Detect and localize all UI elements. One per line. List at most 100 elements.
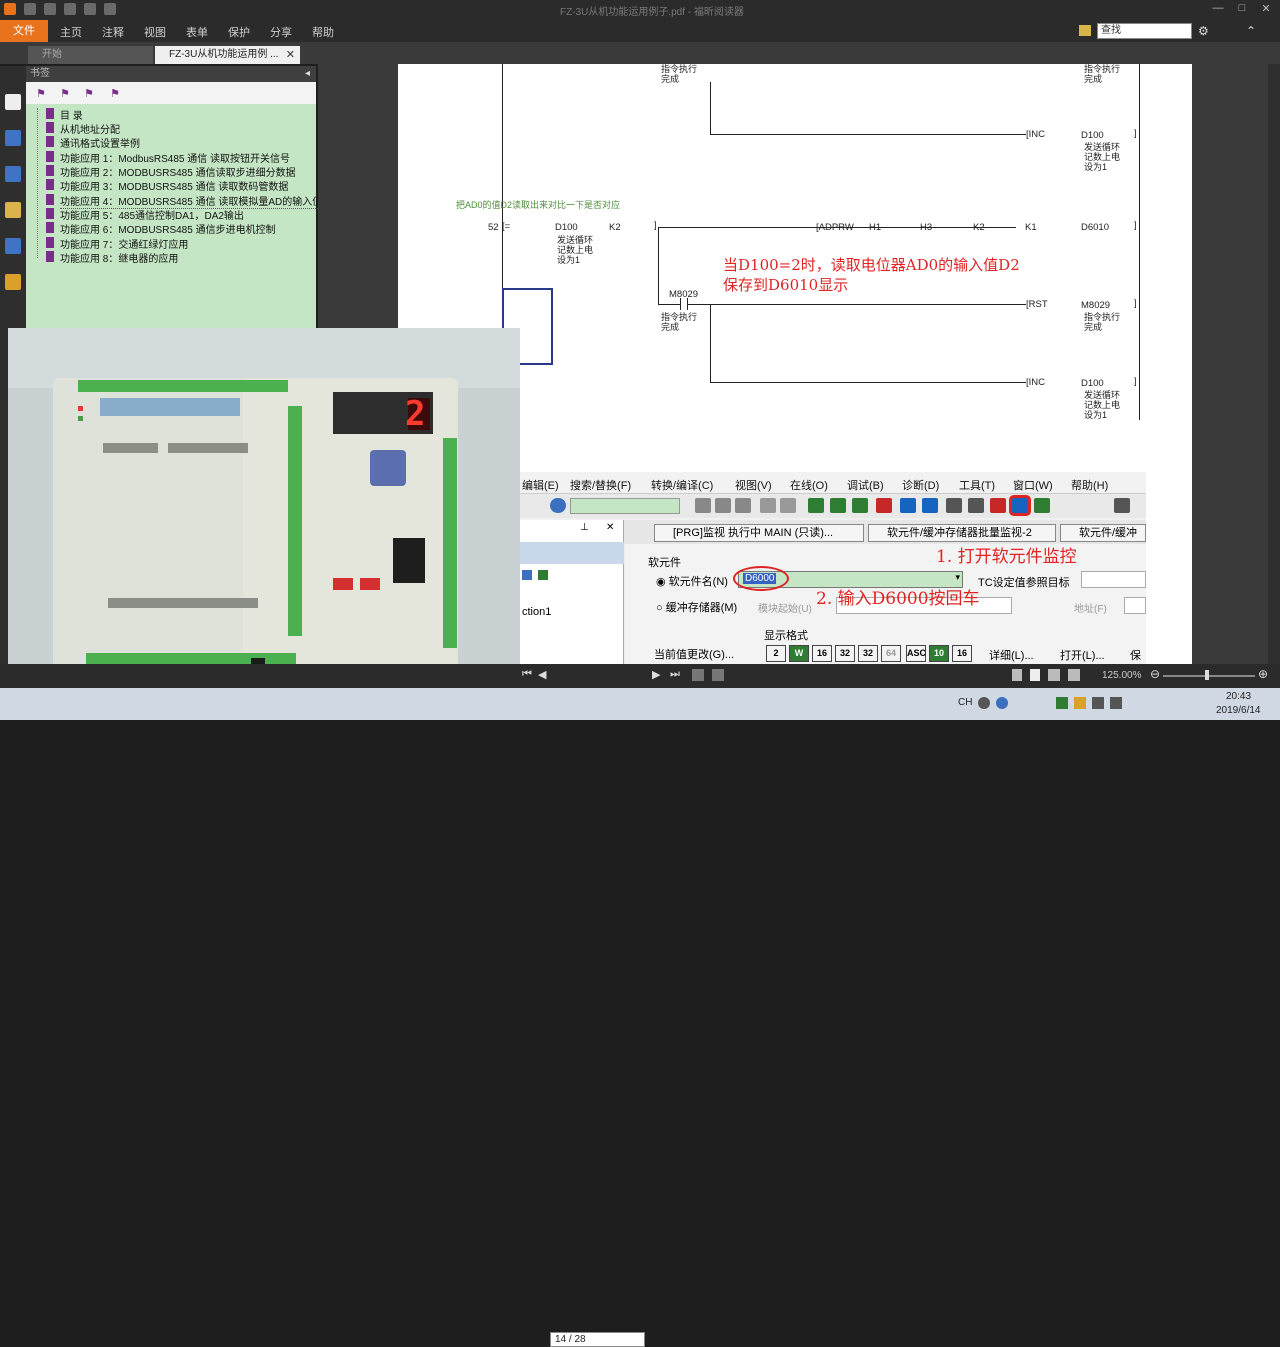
current-change-button[interactable]: 当前值更改(G)... — [654, 646, 734, 662]
gx-menu-help[interactable]: 帮助(H) — [1071, 477, 1108, 493]
tray-icon[interactable] — [1056, 697, 1068, 709]
pin-icon[interactable]: ⊥ — [580, 522, 589, 533]
bookmark-item[interactable]: 功能应用 1：ModbusRS485 通信 读取按钮开关信号 — [60, 150, 290, 165]
gx-menu-search[interactable]: 搜索/替换(F) — [570, 477, 631, 493]
minimize-button[interactable]: — — [1208, 2, 1228, 16]
bookmark-item[interactable]: 通讯格式设置举例 — [60, 135, 140, 150]
expand-bookmark-icon[interactable]: ⚑ — [84, 87, 96, 100]
chevron-up-icon[interactable]: ⌃ — [1246, 24, 1256, 38]
view-single-icon[interactable] — [1012, 669, 1022, 681]
clock-date[interactable]: 2019/6/14 — [1216, 705, 1261, 716]
paste-icon[interactable] — [735, 498, 751, 513]
layers-icon[interactable] — [5, 166, 21, 182]
format-16bit-button[interactable]: 16 — [812, 645, 832, 662]
clock-time[interactable]: 20:43 — [1226, 691, 1251, 702]
gx-menu-diagnose[interactable]: 诊断(D) — [902, 477, 939, 493]
device-batch-icon[interactable] — [968, 498, 984, 513]
format-hex-button[interactable]: 16 — [952, 645, 972, 662]
format-32bit-float-button[interactable]: 32 — [858, 645, 878, 662]
nav-icon[interactable] — [538, 570, 548, 580]
device-monitor-icon[interactable] — [1012, 498, 1028, 513]
monitor-write-icon[interactable] — [946, 498, 962, 513]
menu-protect[interactable]: 保护 — [228, 24, 250, 40]
format-64bit-button[interactable]: 64 — [881, 645, 901, 662]
view-grid-icon[interactable] — [1068, 669, 1080, 681]
gx-menu-online[interactable]: 在线(O) — [790, 477, 828, 493]
zoom-out-icon[interactable]: ⊖ — [1150, 667, 1160, 681]
comments-icon[interactable] — [5, 202, 21, 218]
cut-icon[interactable] — [695, 498, 711, 513]
volume-icon[interactable] — [1110, 697, 1122, 709]
tab-document[interactable]: FZ-3U从机功能运用例 ... ✕ — [155, 46, 300, 64]
pages-icon[interactable] — [5, 130, 21, 146]
bookmark-item[interactable]: 功能应用 5：485通信控制DA1，DA2输出 — [60, 207, 244, 222]
gx-menu-view[interactable]: 视图(V) — [735, 477, 772, 493]
tab-batch-monitor-2[interactable]: 软元件/缓冲 — [1060, 524, 1146, 542]
format-asc-button[interactable]: ASC — [906, 645, 926, 662]
attachments-icon[interactable] — [5, 238, 21, 254]
menu-home[interactable]: 主页 — [60, 24, 82, 40]
gx-menu-edit[interactable]: 编辑(E) — [522, 477, 559, 493]
tc-input[interactable] — [1081, 571, 1146, 588]
gx-menu-tools[interactable]: 工具(T) — [959, 477, 995, 493]
help-tray-icon[interactable] — [996, 697, 1008, 709]
device-test-icon[interactable] — [990, 498, 1006, 513]
bookmark-item[interactable]: 功能应用 3：MODBUSRS485 通信 读取数码管数据 — [60, 178, 288, 193]
detail-button[interactable]: 详细(L)... — [989, 647, 1034, 663]
bookmark-panel-icon[interactable] — [5, 94, 21, 110]
continuous-page-icon[interactable] — [712, 669, 724, 681]
bookmark-item[interactable]: 功能应用 6：MODBUSRS485 通信步进电机控制 — [60, 221, 276, 236]
bookmark-item[interactable]: 从机地址分配 — [60, 121, 120, 136]
save-icon[interactable] — [44, 3, 56, 15]
last-page-icon[interactable]: ⏭ — [670, 668, 680, 681]
zoom-slider-handle[interactable] — [1205, 670, 1209, 680]
format-word-button[interactable]: W — [789, 645, 809, 662]
format-32bit-button[interactable]: 32 — [835, 645, 855, 662]
watch-icon[interactable] — [1034, 498, 1050, 513]
radio-buffer[interactable]: ○ 缓冲存储器(M) — [656, 599, 737, 615]
bookmark-item[interactable]: 目 录 — [60, 107, 83, 122]
file-menu[interactable]: 文件 — [0, 20, 48, 42]
dropdown-arrow-icon[interactable]: ▾ — [955, 572, 960, 583]
menu-help[interactable]: 帮助 — [312, 24, 334, 40]
undo-icon[interactable] — [104, 3, 116, 15]
address-input[interactable] — [1124, 597, 1146, 614]
add-bookmark-icon[interactable]: ⚑ — [36, 87, 48, 100]
next-page-icon[interactable]: ▶ — [652, 668, 660, 681]
write-plc-icon[interactable] — [808, 498, 824, 513]
first-page-icon[interactable]: ⏮ — [522, 668, 532, 681]
open-button[interactable]: 打开(L)... — [1060, 647, 1105, 663]
close-pane-icon[interactable]: ✕ — [606, 522, 614, 533]
bookmark-item[interactable]: 功能应用 8：继电器的应用 — [60, 250, 178, 265]
help-icon[interactable] — [550, 498, 566, 513]
page-number-input[interactable]: 14 / 28 — [550, 1332, 645, 1347]
zoom-level[interactable]: 125.00% — [1102, 670, 1141, 681]
monitor-stop-icon[interactable] — [922, 498, 938, 513]
zoom-slider[interactable] — [1163, 675, 1255, 677]
read-plc-icon[interactable] — [830, 498, 846, 513]
gx-menu-convert[interactable]: 转换/编译(C) — [651, 477, 713, 493]
delete-bookmark-icon[interactable]: ⚑ — [60, 87, 72, 100]
lock-icon[interactable] — [5, 274, 21, 290]
print-icon[interactable] — [64, 3, 76, 15]
email-icon[interactable] — [84, 3, 96, 15]
tab-ladder-monitor[interactable]: [PRG]监视 执行中 MAIN (只读)... — [654, 524, 864, 542]
options-icon[interactable] — [1114, 498, 1130, 513]
gx-menu-debug[interactable]: 调试(B) — [847, 477, 884, 493]
collapse-panel-icon[interactable]: ◂ — [305, 66, 310, 82]
prev-page-icon[interactable]: ◀ — [538, 668, 546, 681]
ime-indicator[interactable]: CH — [958, 697, 972, 708]
close-tab-icon[interactable]: ✕ — [286, 46, 295, 64]
menu-share[interactable]: 分享 — [270, 24, 292, 40]
bookmark-options-icon[interactable]: ⚑ — [110, 87, 122, 100]
network-icon[interactable] — [1092, 697, 1104, 709]
redo-icon[interactable] — [780, 498, 796, 513]
menu-comment[interactable]: 注释 — [102, 24, 124, 40]
close-button[interactable]: ✕ — [1256, 2, 1276, 16]
folder-icon[interactable] — [1079, 25, 1091, 36]
copy-icon[interactable] — [715, 498, 731, 513]
single-page-icon[interactable] — [692, 669, 704, 681]
tab-batch-monitor[interactable]: 软元件/缓冲存储器批量监视-2 — [868, 524, 1056, 542]
gear-icon[interactable]: ⚙ — [1198, 24, 1209, 38]
undo-icon[interactable] — [760, 498, 776, 513]
